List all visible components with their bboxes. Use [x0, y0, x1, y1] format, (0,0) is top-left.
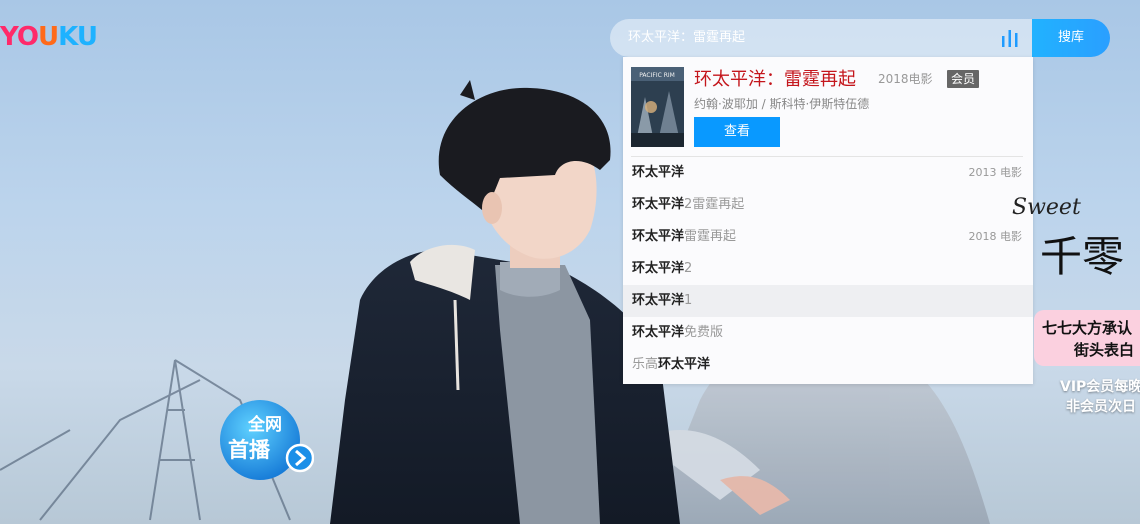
search-query-text: 环太平洋：雷霆再起: [628, 30, 746, 45]
svg-text:PACIFIC RIM: PACIFIC RIM: [639, 72, 675, 79]
suggestion-item[interactable]: 环太平洋免费版: [623, 317, 1033, 349]
suggestion-suffix: 免费版: [684, 325, 724, 340]
suggestion-item[interactable]: 环太平洋 2013 电影: [623, 157, 1033, 189]
search-bar: 环太平洋：雷霆再起 搜库: [610, 19, 1110, 57]
vip-badge: 会员: [947, 70, 980, 88]
logo-text-part3: KU: [58, 22, 98, 52]
watch-button[interactable]: 查看: [694, 117, 780, 147]
suggestion-item[interactable]: 环太平洋2雷霆再起: [623, 189, 1033, 221]
search-suggestion-dropdown: PACIFIC RIM 环太平洋：雷霆再起 2018电影 会员 约翰·波耶加 /…: [623, 57, 1033, 384]
suggestion-keyword: 环太平洋: [632, 261, 685, 276]
youku-logo[interactable]: YOUKU: [0, 22, 98, 52]
promo-title: 千零: [1040, 232, 1125, 281]
featured-meta: 2018电影: [878, 72, 933, 86]
logo-text-part1: YO: [0, 22, 39, 52]
featured-result[interactable]: PACIFIC RIM 环太平洋：雷霆再起 2018电影 会员 约翰·波耶加 /…: [623, 57, 1033, 156]
premiere-badge[interactable]: 全网 首播: [218, 398, 314, 482]
suggestion-suffix: 2雷霆再起: [684, 197, 745, 212]
search-button[interactable]: 搜库: [1032, 19, 1110, 57]
featured-poster[interactable]: PACIFIC RIM: [631, 67, 684, 147]
suggestion-keyword: 环太平洋: [632, 165, 685, 180]
suggestion-suffix: 1: [684, 293, 693, 308]
suggestion-keyword: 环太平洋: [632, 293, 685, 308]
suggestion-prefix: 乐高: [632, 357, 659, 372]
promo-tag-line2: 街头表白: [1074, 341, 1135, 359]
featured-title-link[interactable]: 环太平洋：雷霆再起: [694, 65, 856, 91]
promo-vip-line2: 非会员次日: [1066, 399, 1136, 415]
promo-vip-line1: VIP会员每晚: [1060, 379, 1140, 395]
search-input[interactable]: 环太平洋：雷霆再起: [610, 19, 1032, 57]
suggestion-suffix: 雷霆再起: [684, 229, 737, 244]
suggestion-keyword: 环太平洋: [632, 229, 685, 244]
premiere-badge-line1: 全网: [248, 415, 282, 435]
premiere-badge-line2: 首播: [228, 438, 270, 462]
suggestion-item[interactable]: 环太平洋雷霆再起 2018 电影: [623, 221, 1033, 253]
promo-tag-line1: 七七大方承认: [1042, 319, 1133, 337]
chart-bars-icon[interactable]: [1000, 29, 1020, 47]
promo-overlay[interactable]: Sweet 千零 七七大方承认 街头表白 VIP会员每晚 非会员次日: [1010, 165, 1140, 425]
featured-cast: 约翰·波耶加 / 斯科特·伊斯特伍德: [694, 97, 870, 111]
suggestion-item[interactable]: 乐高环太平洋: [623, 349, 1033, 381]
suggestion-keyword: 环太平洋: [632, 325, 685, 340]
promo-sweet-text: Sweet: [1012, 195, 1081, 220]
suggestion-item[interactable]: 环太平洋2: [623, 253, 1033, 285]
suggestion-list: 环太平洋 2013 电影 环太平洋2雷霆再起 环太平洋雷霆再起 2018 电影 …: [623, 157, 1033, 381]
suggestion-suffix: 2: [684, 261, 693, 276]
logo-text-part2: U: [38, 22, 59, 52]
suggestion-keyword: 环太平洋: [658, 357, 711, 372]
suggestion-item-hovered[interactable]: 环太平洋1: [623, 285, 1033, 317]
suggestion-keyword: 环太平洋: [632, 197, 685, 212]
